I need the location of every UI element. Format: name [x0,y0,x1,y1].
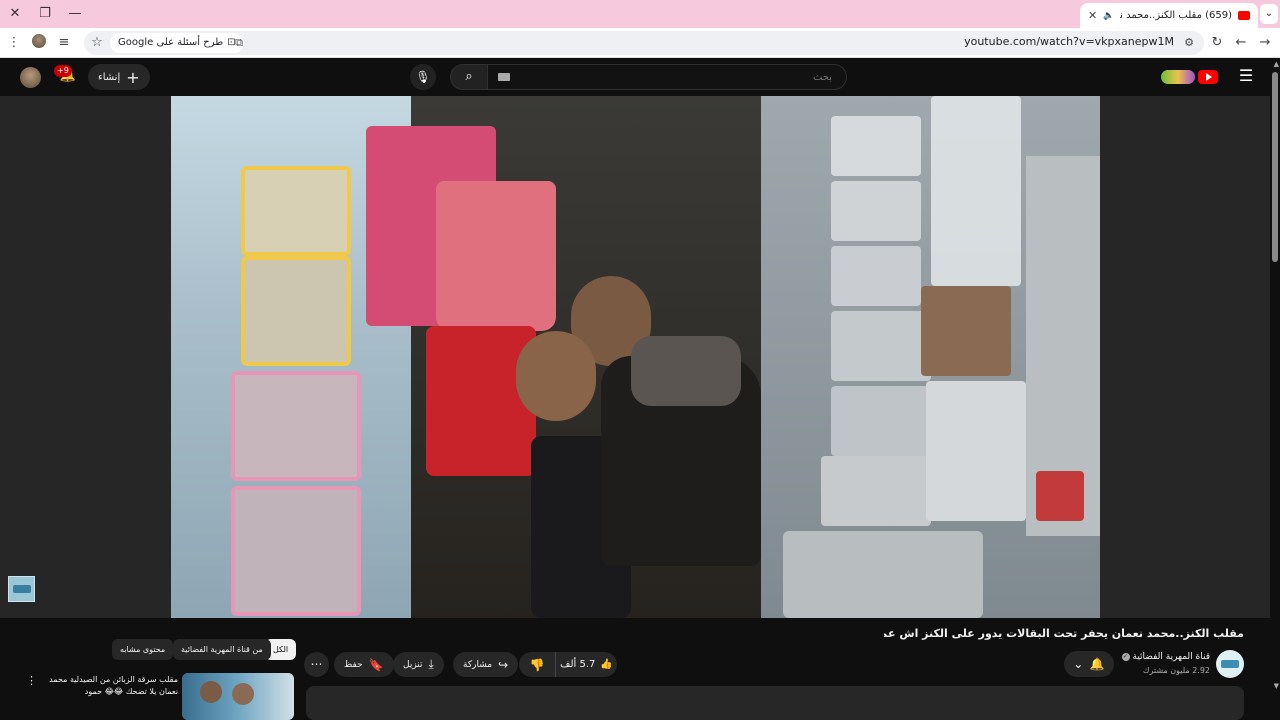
youtube-play-icon [1198,70,1218,84]
chevron-down-icon: ⌄ [1073,657,1084,671]
thumbs-up-icon: 👍 [600,659,613,670]
like-dislike-group: 👍 5.7 ألف 👎 [519,652,617,677]
youtube-logo[interactable] [1160,67,1218,87]
scroll-thumb[interactable] [1272,72,1278,262]
chip-from-channel[interactable]: من قناة المهرية الفضائية [173,639,271,660]
subscriber-count: 2.92 مليون مشترك [1142,666,1210,675]
bookmark-icon: 🔖 [368,657,384,672]
browser-toolbar: ⋮ ≡ ☆ ⊡ طرح أسئلة على Google ⧉ youtube.c… [0,28,1280,58]
search-input[interactable] [488,64,847,90]
browser-tab-youtube[interactable]: (659) مقلب الكنز..محمد نعما 🔈 ✕ [1080,3,1258,28]
tab-title: (659) مقلب الكنز..محمد نعما [1120,10,1232,21]
create-label: إنشاء [98,71,121,83]
window-minimize-button[interactable]: — [64,4,86,24]
video-title: مقلب الكنز..محمد نعمان يحفر تحت البقالات… [884,627,1244,640]
channel-watermark[interactable] [8,576,35,602]
thumbs-down-icon: 👎 [529,657,545,672]
description-box[interactable] [306,686,1244,720]
download-button[interactable]: ⤓ تنزيل [393,652,444,677]
search-bar: ⌕ [450,64,847,90]
search-button[interactable]: ⌕ [450,64,488,90]
tab-search-icon[interactable]: ⌄ [1260,4,1278,24]
download-label: تنزيل [403,659,423,670]
extension-icon[interactable]: ⧉ [230,34,248,52]
save-button[interactable]: 🔖 حفظ [334,652,394,677]
address-bar[interactable]: ☆ ⊡ طرح أسئلة على Google ⧉ youtube.com/w… [84,31,1204,55]
plus-icon: + [126,67,140,87]
like-count: 5.7 ألف [560,659,596,670]
more-actions-icon[interactable]: ⋯ [304,652,329,677]
site-info-icon[interactable]: ⚙ [1180,34,1198,52]
watermark-logo [13,585,31,593]
account-avatar[interactable] [20,67,41,88]
scroll-down-arrow-icon[interactable]: ▼ [1274,682,1279,690]
download-icon: ⤓ [428,657,434,671]
keyboard-icon[interactable] [498,73,510,81]
tab-close-icon[interactable]: ✕ [1088,9,1097,22]
back-button[interactable]: ← [1231,33,1251,53]
save-label: حفظ [344,659,363,670]
profile-avatar[interactable] [32,34,46,48]
reload-button[interactable]: ↻ [1207,33,1227,53]
tab-strip: ✕ ❐ — + (659) مقلب الكنز..محمد نعما 🔈 ✕ … [0,0,1280,28]
share-button[interactable]: ↪ مشاركة [453,652,519,677]
recommendation-thumbnail[interactable] [182,673,294,720]
window-close-button[interactable]: ✕ [4,4,26,24]
ask-google-label: طرح أسئلة على Google [118,37,224,48]
verified-badge-icon: ✓ [1121,653,1130,661]
create-button[interactable]: + إنشاء [88,64,150,90]
recommendation-title[interactable]: مقلب سرقة الزبائن من الصيدلية محمد نعمان… [40,674,178,698]
ask-google-chip[interactable]: ⊡ طرح أسئلة على Google [110,33,244,53]
notification-count-badge: +9 [54,65,72,77]
share-label: مشاركة [463,659,493,670]
browser-menu-icon[interactable]: ⋮ [4,33,24,53]
channel-avatar-logo [1221,660,1239,668]
recommendation-menu-icon[interactable]: ⋮ [26,674,37,687]
share-icon: ↪ [498,657,509,672]
dislike-button[interactable]: 👎 [519,652,555,677]
youtube-masthead: ☰ ⌕ 🎙 + إنشاء 🔔 +9 [0,58,1280,96]
browser-window: ✕ ❐ — + (659) مقلب الكنز..محمد نعما 🔈 ✕ … [0,0,1280,720]
forward-button[interactable]: → [1255,33,1275,53]
doodle-logo [1161,70,1195,84]
window-restore-button[interactable]: ❐ [34,4,56,24]
chip-related[interactable]: محتوى مشابه [112,639,174,660]
page-scrollbar[interactable]: ▲ ▼ [1270,58,1280,720]
channel-name-row[interactable]: قناة المهرية الفضائية ✓ [1121,652,1210,662]
scroll-up-arrow-icon[interactable]: ▲ [1274,60,1279,68]
like-button[interactable]: 👍 5.7 ألف [555,652,617,677]
media-control-icon[interactable]: ≡ [54,33,74,53]
url-text[interactable]: youtube.com/watch?v=vkpxanepw1M [964,35,1174,48]
channel-name[interactable]: قناة المهرية الفضائية [1133,652,1210,662]
channel-avatar[interactable] [1216,650,1244,678]
guide-menu-icon[interactable]: ☰ [1238,68,1254,84]
bookmark-star-icon[interactable]: ☆ [88,34,106,52]
speaker-icon[interactable]: 🔈 [1103,11,1114,21]
subscribed-button[interactable]: ⌄ 🔔 [1064,651,1114,677]
video-player[interactable] [171,96,1100,618]
notification-bell-icon: 🔔 [1089,657,1105,671]
voice-search-icon[interactable]: 🎙 [410,64,436,90]
youtube-favicon-icon [1238,11,1250,20]
